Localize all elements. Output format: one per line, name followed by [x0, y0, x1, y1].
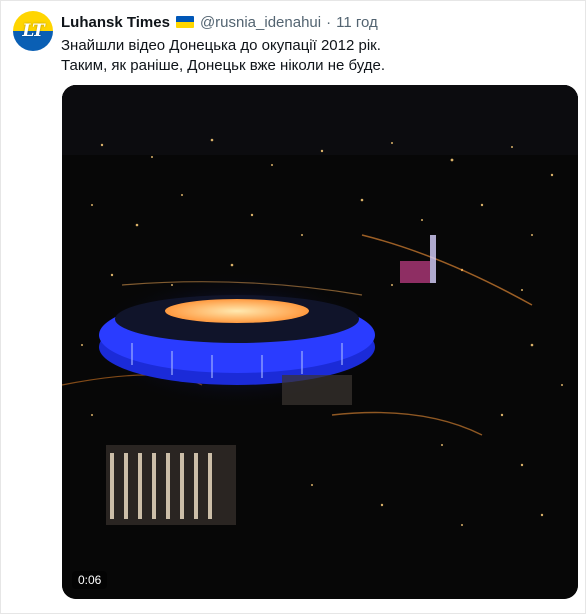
tweet-card[interactable]: LT Luhansk Times @rusnia_idenahui · 11 г…: [0, 0, 586, 614]
display-name[interactable]: Luhansk Times: [61, 14, 170, 31]
separator-dot: ·: [326, 13, 332, 31]
video-duration: 0:06: [72, 571, 108, 589]
ukraine-flag-icon: [175, 16, 194, 28]
tweet-header: Luhansk Times @rusnia_idenahui · 11 год: [61, 12, 378, 32]
avatar-monogram: LT: [22, 21, 44, 41]
user-handle[interactable]: @rusnia_idenahui: [200, 14, 321, 31]
avatar[interactable]: LT: [13, 11, 53, 51]
tweet-text-line: Таким, як раніше, Донецьк вже ніколи не …: [61, 57, 386, 74]
video-frame-night-city-stadium: [62, 85, 578, 599]
tweet-text: Знайшли відео Донецька до окупації 2012 …: [61, 36, 571, 76]
tweet-text-line: Знайшли відео Донецька до окупації 2012 …: [61, 37, 381, 54]
timestamp[interactable]: 11 год: [336, 14, 378, 31]
video-player[interactable]: 0:06: [62, 85, 578, 599]
